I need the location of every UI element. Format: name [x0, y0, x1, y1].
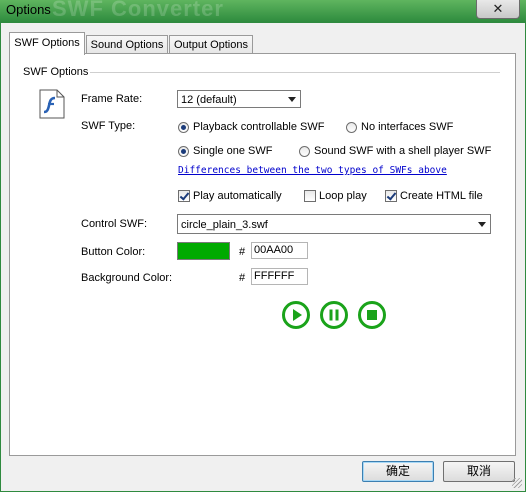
preview-pause-button[interactable] — [320, 301, 348, 329]
frame-rate-select[interactable]: 12 (default) — [177, 90, 301, 108]
check-loop-play[interactable] — [304, 190, 316, 202]
window-title: Options — [6, 2, 51, 17]
tab-sound-options[interactable]: Sound Options — [86, 35, 168, 54]
radio-single-swf[interactable] — [178, 146, 189, 157]
dialog-client: SWF Options Sound Options Output Options… — [1, 23, 525, 491]
tab-swf-options[interactable]: SWF Options — [9, 32, 85, 55]
check-play-automatically-label[interactable]: Play automatically — [193, 190, 282, 202]
ok-button[interactable]: 确定 — [362, 461, 434, 482]
frame-rate-label: Frame Rate: — [81, 93, 143, 105]
swf-file-icon — [39, 89, 65, 119]
cancel-button[interactable]: 取消 — [443, 461, 515, 482]
swf-types-help-link[interactable]: Differences between the two types of SWF… — [178, 165, 447, 176]
swf-type-label: SWF Type: — [81, 120, 136, 132]
swf-options-panel: SWF Options Frame Rate: 12 (default) SWF… — [9, 53, 516, 456]
frame-rate-value: 12 (default) — [181, 94, 237, 106]
background-color-hash: # — [239, 272, 246, 284]
radio-playback-controllable[interactable] — [178, 122, 189, 133]
pause-icon — [329, 309, 339, 321]
button-color-label: Button Color: — [81, 246, 146, 258]
close-icon[interactable]: ✕ — [493, 1, 504, 16]
radio-shell-player[interactable] — [299, 146, 310, 157]
radio-no-interfaces-label[interactable]: No interfaces SWF — [361, 121, 453, 133]
chevron-down-icon — [478, 222, 486, 227]
background-color-label: Background Color: — [81, 272, 173, 284]
title-watermark: SWF Converter — [52, 0, 224, 21]
title-bar: SWF Converter Options ✕ — [0, 0, 526, 22]
check-loop-play-label[interactable]: Loop play — [319, 190, 367, 202]
close-button[interactable]: ✕ — [476, 0, 520, 19]
resize-grip[interactable] — [512, 478, 522, 488]
radio-no-interfaces[interactable] — [346, 122, 357, 133]
control-swf-select[interactable]: circle_plain_3.swf — [177, 214, 491, 234]
check-create-html[interactable] — [385, 190, 397, 202]
preview-play-button[interactable] — [282, 301, 310, 329]
button-color-hash: # — [239, 246, 246, 258]
background-color-hex-input[interactable]: FFFFFF — [251, 268, 308, 285]
group-label: SWF Options — [23, 66, 89, 78]
radio-single-label[interactable]: Single one SWF — [193, 145, 272, 157]
chevron-down-icon — [288, 97, 296, 102]
control-swf-label: Control SWF: — [81, 218, 148, 230]
stop-icon — [367, 310, 377, 320]
radio-shell-label[interactable]: Sound SWF with a shell player SWF — [314, 145, 491, 157]
preview-stop-button[interactable] — [358, 301, 386, 329]
play-icon — [293, 309, 302, 321]
button-color-swatch[interactable] — [177, 242, 230, 260]
radio-playback-label[interactable]: Playback controllable SWF — [193, 121, 324, 133]
control-swf-value: circle_plain_3.swf — [181, 219, 268, 231]
check-create-html-label[interactable]: Create HTML file — [400, 190, 483, 202]
group-divider — [90, 72, 500, 73]
check-play-automatically[interactable] — [178, 190, 190, 202]
tab-output-options[interactable]: Output Options — [169, 35, 253, 54]
button-color-hex-input[interactable]: 00AA00 — [251, 242, 308, 259]
